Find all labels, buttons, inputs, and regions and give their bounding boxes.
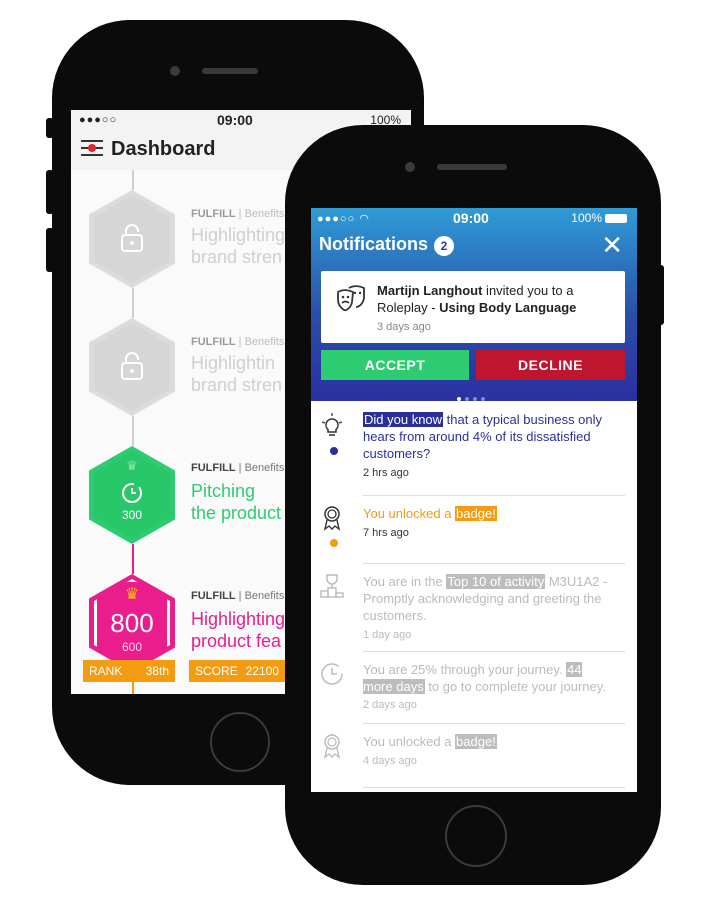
invite-timestamp: 3 days ago: [377, 321, 431, 333]
crown-icon: ♛: [124, 586, 140, 603]
rank-badge: RANK 38th: [83, 660, 175, 682]
path-line: [132, 416, 134, 446]
decline-button[interactable]: DECLINE: [476, 350, 625, 380]
entry-category: FULFILL | Benefits: [191, 590, 285, 602]
theater-masks-icon: [337, 285, 365, 312]
feed-text: You are 25% through your journey. 44 mor…: [363, 662, 606, 694]
feed-timestamp: 2 hrs ago: [363, 467, 409, 479]
feed-text: You unlocked a badge!: [363, 506, 497, 521]
node-points: 600: [121, 640, 143, 654]
crown-icon: ♛: [126, 458, 138, 473]
leaderboard-icon: [320, 574, 344, 598]
feed-text: You are in the Top 10 of activity M3U1A2…: [363, 574, 608, 623]
feed-timestamp: 2 days ago: [363, 699, 417, 711]
node-score: 800: [110, 608, 154, 638]
lock-icon: [121, 224, 143, 252]
menu-icon[interactable]: [81, 140, 103, 158]
unread-dot: [330, 539, 338, 547]
earpiece-speaker: [437, 164, 507, 170]
front-camera: [405, 162, 415, 172]
timer-icon: [122, 483, 142, 503]
entry-title[interactable]: Pitching the product: [191, 480, 281, 524]
notifications-header: ●●●○○ ◠ 09:00 100% Notifications 2 ✕ Mar…: [311, 208, 637, 401]
entry-category: FULFILL | Benefits: [191, 462, 285, 474]
page-title: Dashboard: [111, 138, 216, 160]
page-title: Notifications: [319, 234, 429, 254]
unread-dot: [330, 447, 338, 455]
path-line: [132, 170, 134, 190]
entry-title[interactable]: Highlighting product fea: [191, 608, 285, 652]
feed-text: You unlocked a badge!: [363, 734, 497, 749]
feed-timestamp: 1 day ago: [363, 629, 412, 641]
notifications-screen: ●●●○○ ◠ 09:00 100% Notifications 2 ✕ Mar…: [311, 208, 637, 792]
accept-button[interactable]: ACCEPT: [321, 350, 469, 380]
signal-indicator: ●●●○○ ◠: [317, 213, 370, 225]
entry-category: FULFILL | Benefits: [191, 208, 285, 220]
feed-text: Did you know that a typical business onl…: [363, 412, 603, 461]
node-points: 300: [121, 508, 143, 522]
wifi-icon: ◠: [359, 213, 370, 225]
award-ribbon-icon: [323, 506, 341, 531]
status-time: 09:00: [453, 210, 489, 226]
invite-text: Martijn Langhout invited you to a Rolepl…: [377, 283, 577, 315]
notification-count-badge: 2: [434, 236, 454, 256]
entry-category: FULFILL | Benefits: [191, 336, 285, 348]
journey-node-completed[interactable]: ♛ 300: [89, 446, 175, 544]
entry-title[interactable]: Highlightin brand stren: [191, 352, 282, 396]
battery-indicator: 100%: [571, 211, 627, 225]
signal-indicator: ●●●○○: [79, 114, 118, 126]
front-camera: [170, 66, 180, 76]
home-button[interactable]: [210, 712, 270, 772]
home-button[interactable]: [445, 805, 507, 867]
journey-node-current[interactable]: ♛ 800 600: [89, 574, 175, 672]
clock-icon: [321, 663, 343, 685]
lock-icon: [121, 352, 143, 380]
award-ribbon-icon: [323, 734, 341, 759]
entry-title[interactable]: Highlighting brand stren: [191, 224, 285, 268]
journey-node-locked[interactable]: [89, 318, 175, 416]
feed-timestamp: 7 hrs ago: [363, 527, 409, 539]
close-icon[interactable]: ✕: [601, 230, 623, 261]
score-badge: SCORE 22100: [189, 660, 285, 682]
feed-timestamp: 4 days ago: [363, 755, 417, 767]
page-indicator[interactable]: [457, 388, 489, 406]
roleplay-invite-card[interactable]: Martijn Langhout invited you to a Rolepl…: [321, 271, 625, 343]
earpiece-speaker: [202, 68, 258, 74]
status-time: 09:00: [217, 112, 253, 128]
path-line: [132, 288, 134, 318]
status-bar: ●●●○○ ◠ 09:00 100%: [311, 208, 637, 230]
path-line: [132, 544, 134, 574]
lightbulb-icon: [321, 413, 343, 436]
journey-node-locked[interactable]: [89, 190, 175, 288]
